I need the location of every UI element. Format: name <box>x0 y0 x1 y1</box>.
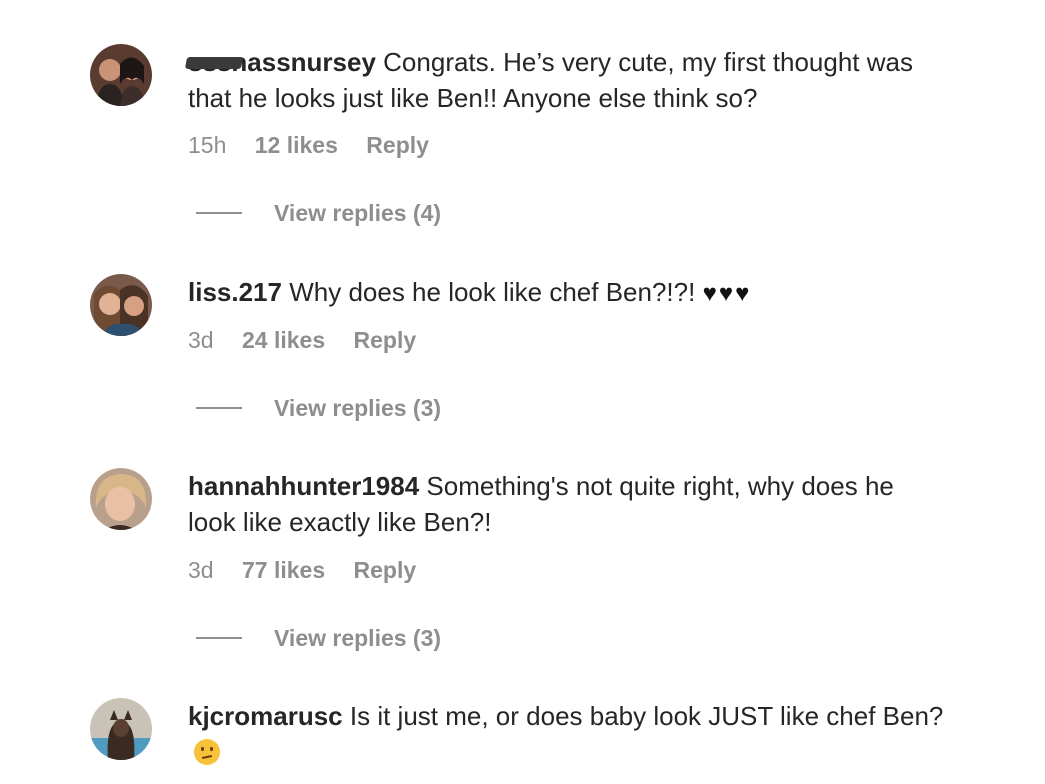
comment-time: 3d <box>188 327 214 353</box>
avatar[interactable] <box>90 468 152 530</box>
reply-button[interactable]: Reply <box>366 132 429 158</box>
comment-body: Is it just me, or does baby look JUST li… <box>349 701 944 731</box>
comment-text: sssnassnursey Congrats. He’s very cute, … <box>188 44 948 116</box>
avatar[interactable] <box>90 698 152 760</box>
reply-button[interactable]: Reply <box>354 327 417 353</box>
comment-time: 15h <box>188 132 227 158</box>
comment-meta: 3d 24 likes Reply <box>188 325 416 355</box>
divider <box>196 636 242 639</box>
reply-button[interactable]: Reply <box>354 557 417 583</box>
comment-username[interactable]: kjcromarusc <box>188 701 343 731</box>
thinking-face-icon <box>194 739 220 765</box>
comment-meta: 3d 77 likes Reply <box>188 555 416 585</box>
avatar-photo-icon <box>90 468 152 530</box>
comment-text: kjcromarusc Is it just me, or does baby … <box>188 698 948 770</box>
comment-likes[interactable]: 77 likes <box>242 557 325 583</box>
view-replies-button[interactable]: View replies (3) <box>196 393 441 423</box>
divider <box>196 406 242 409</box>
comment-username[interactable]: ssnursey <box>262 47 376 77</box>
view-replies-label: View replies (3) <box>274 395 442 421</box>
comment-text: hannahhunter1984 Something's not quite r… <box>188 468 948 540</box>
comment-likes[interactable]: 12 likes <box>255 132 338 158</box>
comment-likes[interactable]: 24 likes <box>242 327 325 353</box>
view-replies-label: View replies (4) <box>274 200 442 226</box>
view-replies-label: View replies (3) <box>274 625 442 651</box>
comment-body: Why does he look like chef Ben?!?! <box>289 277 696 307</box>
avatar-photo-icon <box>90 698 152 760</box>
comment-time: 3d <box>188 557 214 583</box>
comment-text: liss.217 Why does he look like chef Ben?… <box>188 274 948 312</box>
avatar-photo-icon <box>90 44 152 106</box>
comment-username[interactable]: liss.217 <box>188 277 282 307</box>
avatar[interactable] <box>90 274 152 336</box>
avatar[interactable] <box>90 44 152 106</box>
view-replies-button[interactable]: View replies (3) <box>196 623 441 653</box>
comment-meta: 15h 12 likes Reply <box>188 130 429 160</box>
divider <box>196 211 242 214</box>
view-replies-button[interactable]: View replies (4) <box>196 198 441 228</box>
comment-username[interactable]: hannahhunter1984 <box>188 471 419 501</box>
heart-emoji-icon: ♥♥♥ <box>702 280 752 307</box>
comment-username[interactable]: sssna <box>188 44 262 80</box>
avatar-photo-icon <box>90 274 152 336</box>
